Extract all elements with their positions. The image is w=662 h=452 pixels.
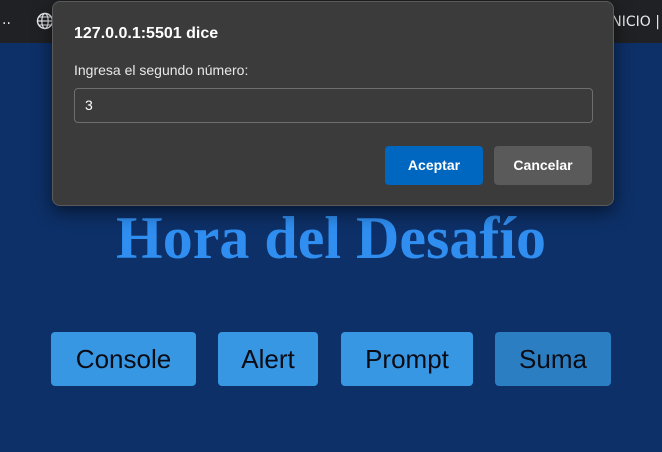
- dialog-title: 127.0.0.1:5501 dice: [74, 25, 219, 42]
- dialog-message: Ingresa el segundo número:: [74, 62, 249, 78]
- prompt-dialog: 127.0.0.1:5501 dice Ingresa el segundo n…: [52, 1, 614, 206]
- alert-button[interactable]: Alert: [218, 332, 318, 386]
- accept-button[interactable]: Aceptar: [385, 146, 483, 185]
- prompt-button[interactable]: Prompt: [341, 332, 473, 386]
- prompt-input[interactable]: 3: [74, 88, 593, 123]
- page-title: Hora del Desafío: [116, 205, 546, 271]
- console-button[interactable]: Console: [51, 332, 196, 386]
- bookmark-inicio[interactable]: INICIO |: [607, 14, 660, 30]
- suma-button[interactable]: Suma: [495, 332, 611, 386]
- cancel-button[interactable]: Cancelar: [494, 146, 592, 185]
- overflow-menu[interactable]: ..: [2, 12, 11, 28]
